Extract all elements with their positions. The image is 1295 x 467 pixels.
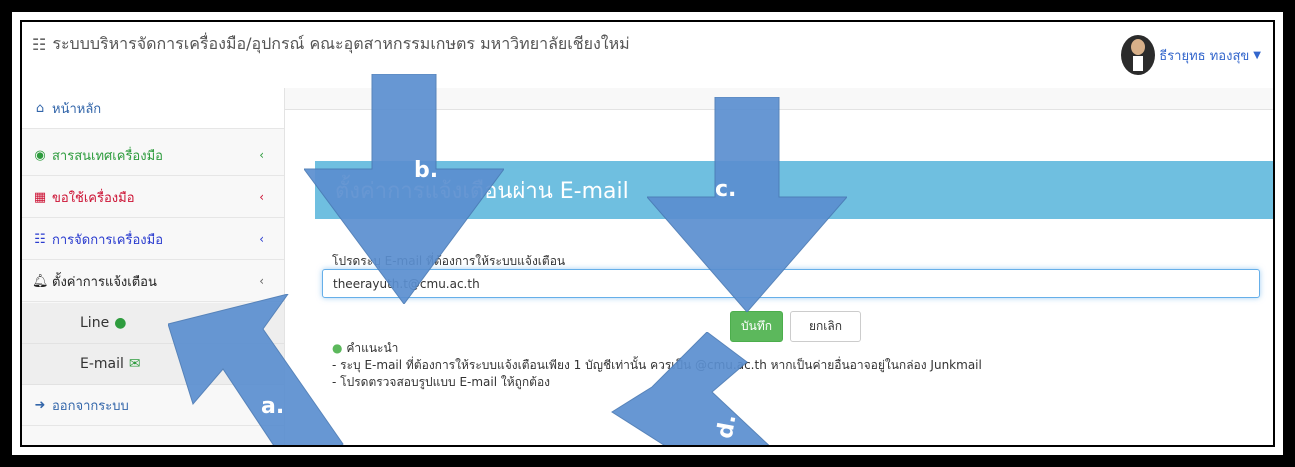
home-icon: ⌂	[35, 100, 45, 116]
browser-viewport: ☷ ระบบบริหารจัดการเครื่องมือ/อุปกรณ์ คณะ…	[20, 20, 1275, 447]
dashboard-icon: ◉	[34, 147, 46, 163]
sidebar-subitem-label: E-mail	[80, 356, 124, 372]
app-title-text: ระบบบริหารจัดการเครื่องมือ/อุปกรณ์ คณะอุ…	[52, 34, 630, 53]
user-menu[interactable]: ธีรายุทธ ทองสุข ▼	[1121, 35, 1261, 75]
app-title[interactable]: ☷ ระบบบริหารจัดการเครื่องมือ/อุปกรณ์ คณะ…	[32, 32, 630, 57]
list-icon: ☷	[34, 231, 46, 247]
sidebar-item-label: การจัดการเครื่องมือ	[52, 232, 164, 248]
grid-icon: ☷	[32, 35, 47, 54]
screenshot-frame: ☷ ระบบบริหารจัดการเครื่องมือ/อุปกรณ์ คณะ…	[0, 0, 1295, 467]
annotation-label-c: c.	[715, 177, 737, 202]
top-navbar: ☷ ระบบบริหารจัดการเครื่องมือ/อุปกรณ์ คณะ…	[22, 22, 1273, 89]
envelope-icon: ✉	[128, 356, 141, 372]
sidebar-item-equipment-info[interactable]: ◉ สารสนเทศเครื่องมือ ‹	[22, 135, 284, 176]
sidebar-item-label: ขอใช้เครื่องมือ	[52, 190, 135, 206]
annotation-label-d: d.	[712, 412, 742, 441]
sidebar-item-label: หน้าหลัก	[52, 101, 102, 117]
annotation-label-b: b.	[414, 158, 439, 183]
annotation-label-a: a.	[261, 394, 285, 419]
chevron-left-icon: ‹	[259, 190, 264, 204]
sidebar-item-manage-equipment[interactable]: ☷ การจัดการเครื่องมือ ‹	[22, 219, 284, 260]
caret-down-icon: ▼	[1253, 49, 1261, 61]
sidebar-item-label: ออกจากระบบ	[52, 398, 129, 414]
chevron-left-icon: ‹	[259, 148, 264, 162]
chat-bubble-icon: ●	[114, 315, 127, 331]
advice-title: คำแนะนำ	[346, 341, 399, 355]
calendar-icon: ▦	[33, 189, 47, 205]
sidebar-item-home[interactable]: ⌂ หน้าหลัก	[22, 88, 284, 129]
annotation-arrow-b	[304, 74, 504, 304]
annotation-arrow-d	[602, 332, 802, 445]
chevron-left-icon: ‹	[259, 232, 264, 246]
chevron-left-icon: ‹	[259, 274, 264, 288]
sidebar-item-label: สารสนเทศเครื่องมือ	[52, 148, 163, 164]
sidebar-item-label: ตั้งค่าการแจ้งเตือน	[52, 274, 157, 290]
annotation-arrow-a	[168, 294, 348, 445]
avatar	[1121, 35, 1156, 75]
user-name: ธีรายุทธ ทองสุข	[1159, 48, 1250, 64]
bell-icon: 🔔︎	[32, 273, 49, 289]
sign-out-icon: ➜	[34, 397, 46, 413]
annotation-arrow-c	[647, 97, 847, 312]
sidebar-subitem-label: Line	[80, 315, 110, 331]
sidebar-item-request-equipment[interactable]: ▦ ขอใช้เครื่องมือ ‹	[22, 177, 284, 218]
